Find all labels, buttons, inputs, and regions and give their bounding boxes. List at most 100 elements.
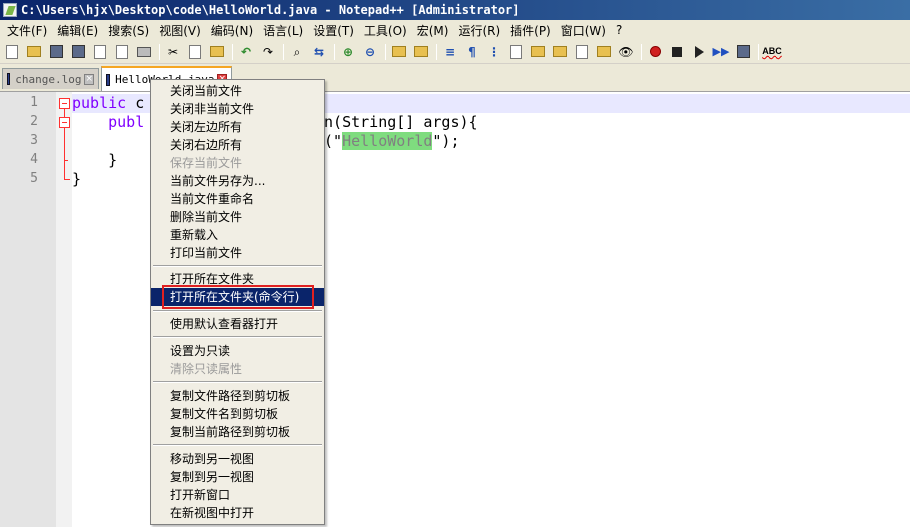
menu-item-close-left[interactable]: 关闭左边所有	[151, 118, 324, 136]
close-all-icon[interactable]	[113, 43, 131, 61]
menu-item-clone-other-view[interactable]: 复制到另一视图	[151, 468, 324, 486]
line-number: 5	[30, 171, 38, 186]
code-keyword: public	[72, 94, 127, 112]
line-number: 2	[30, 114, 38, 129]
paste-icon[interactable]	[208, 43, 226, 61]
menu-view[interactable]: 视图(V)	[154, 22, 206, 39]
zoom-in-icon[interactable]: ⊕	[339, 43, 357, 61]
code-text: }	[72, 151, 118, 169]
menu-window[interactable]: 窗口(W)	[556, 22, 611, 39]
play-macro-icon[interactable]	[690, 43, 708, 61]
code-text: ");	[432, 132, 460, 150]
function-list-icon[interactable]	[551, 43, 569, 61]
code-text: in(String[] args){	[315, 113, 478, 131]
sync-horizontal-icon[interactable]	[412, 43, 430, 61]
menu-edit[interactable]: 编辑(E)	[52, 22, 103, 39]
spell-check-icon[interactable]: ABC	[762, 43, 782, 61]
code-editor[interactable]: 1 2 3 4 5 public c publ in(String[] args…	[0, 91, 910, 527]
close-icon[interactable]: ×	[84, 73, 94, 85]
menu-bar: 文件(F) 编辑(E) 搜索(S) 视图(V) 编码(N) 语言(L) 设置(T…	[0, 20, 910, 40]
replace-icon[interactable]: ⇆	[310, 43, 328, 61]
print-icon[interactable]	[135, 43, 153, 61]
doc-map-icon[interactable]	[529, 43, 547, 61]
menu-language[interactable]: 语言(L)	[258, 22, 308, 39]
toolbar-separator	[159, 43, 160, 60]
window-title: C:\Users\hjx\Desktop\code\HelloWorld.jav…	[21, 3, 520, 17]
annotation-highlight-box	[162, 285, 314, 309]
monitoring-icon[interactable]: 👁	[617, 43, 635, 61]
code-line-tail: n("HelloWorld");	[315, 132, 460, 150]
toolbar-separator	[283, 43, 284, 60]
menu-search[interactable]: 搜索(S)	[103, 22, 154, 39]
toolbar-separator	[232, 43, 233, 60]
menu-item-close-current[interactable]: 关闭当前文件	[151, 82, 324, 100]
fold-toggle-icon[interactable]	[59, 117, 70, 128]
menu-item-rename[interactable]: 当前文件重命名	[151, 190, 324, 208]
save-macro-icon[interactable]	[734, 43, 752, 61]
redo-icon[interactable]: ↷	[259, 43, 277, 61]
menu-item-open-new-window[interactable]: 打开新窗口	[151, 486, 324, 504]
code-keyword: publ	[108, 113, 145, 131]
word-wrap-icon[interactable]: ≡	[441, 43, 459, 61]
menu-item-save-as[interactable]: 当前文件另存为...	[151, 172, 324, 190]
close-file-icon[interactable]	[91, 43, 109, 61]
cut-icon[interactable]: ✂	[164, 43, 182, 61]
show-all-chars-icon[interactable]: ¶	[463, 43, 481, 61]
menu-tools[interactable]: 工具(O)	[359, 22, 412, 39]
open-file-icon[interactable]	[25, 43, 43, 61]
menu-item-open-default-viewer[interactable]: 使用默认查看器打开	[151, 315, 324, 333]
code-line: }	[72, 170, 81, 188]
zoom-out-icon[interactable]: ⊖	[361, 43, 379, 61]
save-icon[interactable]	[47, 43, 65, 61]
toolbar-separator	[641, 43, 642, 60]
save-all-icon[interactable]	[69, 43, 87, 61]
menu-item-close-right[interactable]: 关闭右边所有	[151, 136, 324, 154]
menu-item-close-others[interactable]: 关闭非当前文件	[151, 100, 324, 118]
new-file-icon[interactable]	[3, 43, 21, 61]
menu-settings[interactable]: 设置(T)	[308, 22, 359, 39]
menu-file[interactable]: 文件(F)	[2, 22, 52, 39]
code-line: publ	[72, 113, 144, 131]
fold-toggle-icon[interactable]	[59, 98, 70, 109]
toolbar: ✂ ↶ ↷ ⌕ ⇆ ⊕ ⊖ ≡ ¶ ⋮ 👁 ▶▶ ABC	[0, 40, 910, 64]
folder-view-icon[interactable]	[595, 43, 613, 61]
folder-workspace-icon[interactable]	[573, 43, 591, 61]
menu-item-move-other-view[interactable]: 移动到另一视图	[151, 450, 324, 468]
indent-guide-icon[interactable]: ⋮	[485, 43, 503, 61]
menu-item-copy-dir-path[interactable]: 复制当前路径到剪切板	[151, 423, 324, 441]
menu-item-clear-readonly: 清除只读属性	[170, 362, 243, 376]
menu-item-set-readonly[interactable]: 设置为只读	[151, 342, 324, 360]
menu-item-reload[interactable]: 重新载入	[151, 226, 324, 244]
record-macro-icon[interactable]	[646, 43, 664, 61]
file-icon	[106, 73, 111, 86]
menu-encoding[interactable]: 编码(N)	[206, 22, 258, 39]
menu-run[interactable]: 运行(R)	[453, 22, 505, 39]
stop-macro-icon[interactable]	[668, 43, 686, 61]
menu-item-print[interactable]: 打印当前文件	[151, 244, 324, 262]
user-language-icon[interactable]	[507, 43, 525, 61]
undo-icon[interactable]: ↶	[237, 43, 255, 61]
code-line: }	[72, 151, 117, 169]
tab-change-log[interactable]: change.log ×	[2, 68, 99, 89]
file-icon	[7, 73, 11, 85]
notepad-plus-plus-icon	[3, 3, 17, 17]
menu-macro[interactable]: 宏(M)	[412, 22, 454, 39]
toolbar-separator	[385, 43, 386, 60]
tab-label: change.log	[15, 72, 82, 86]
menu-separator	[153, 444, 322, 446]
line-number: 4	[30, 152, 38, 167]
play-macro-multiple-icon[interactable]: ▶▶	[712, 43, 730, 61]
copy-icon[interactable]	[186, 43, 204, 61]
menu-item-open-new-view[interactable]: 在新视图中打开	[151, 504, 324, 522]
menu-plugins[interactable]: 插件(P)	[505, 22, 556, 39]
menu-item-copy-full-path[interactable]: 复制文件路径到剪切板	[151, 387, 324, 405]
find-icon[interactable]: ⌕	[288, 43, 306, 61]
code-line: public c	[72, 94, 144, 112]
menu-item-delete[interactable]: 删除当前文件	[151, 208, 324, 226]
menu-help[interactable]: ?	[611, 23, 627, 37]
menu-item-copy-filename[interactable]: 复制文件名到剪切板	[151, 405, 324, 423]
sync-vertical-icon[interactable]	[390, 43, 408, 61]
code-line-tail: in(String[] args){	[315, 113, 478, 131]
toolbar-separator	[334, 43, 335, 60]
